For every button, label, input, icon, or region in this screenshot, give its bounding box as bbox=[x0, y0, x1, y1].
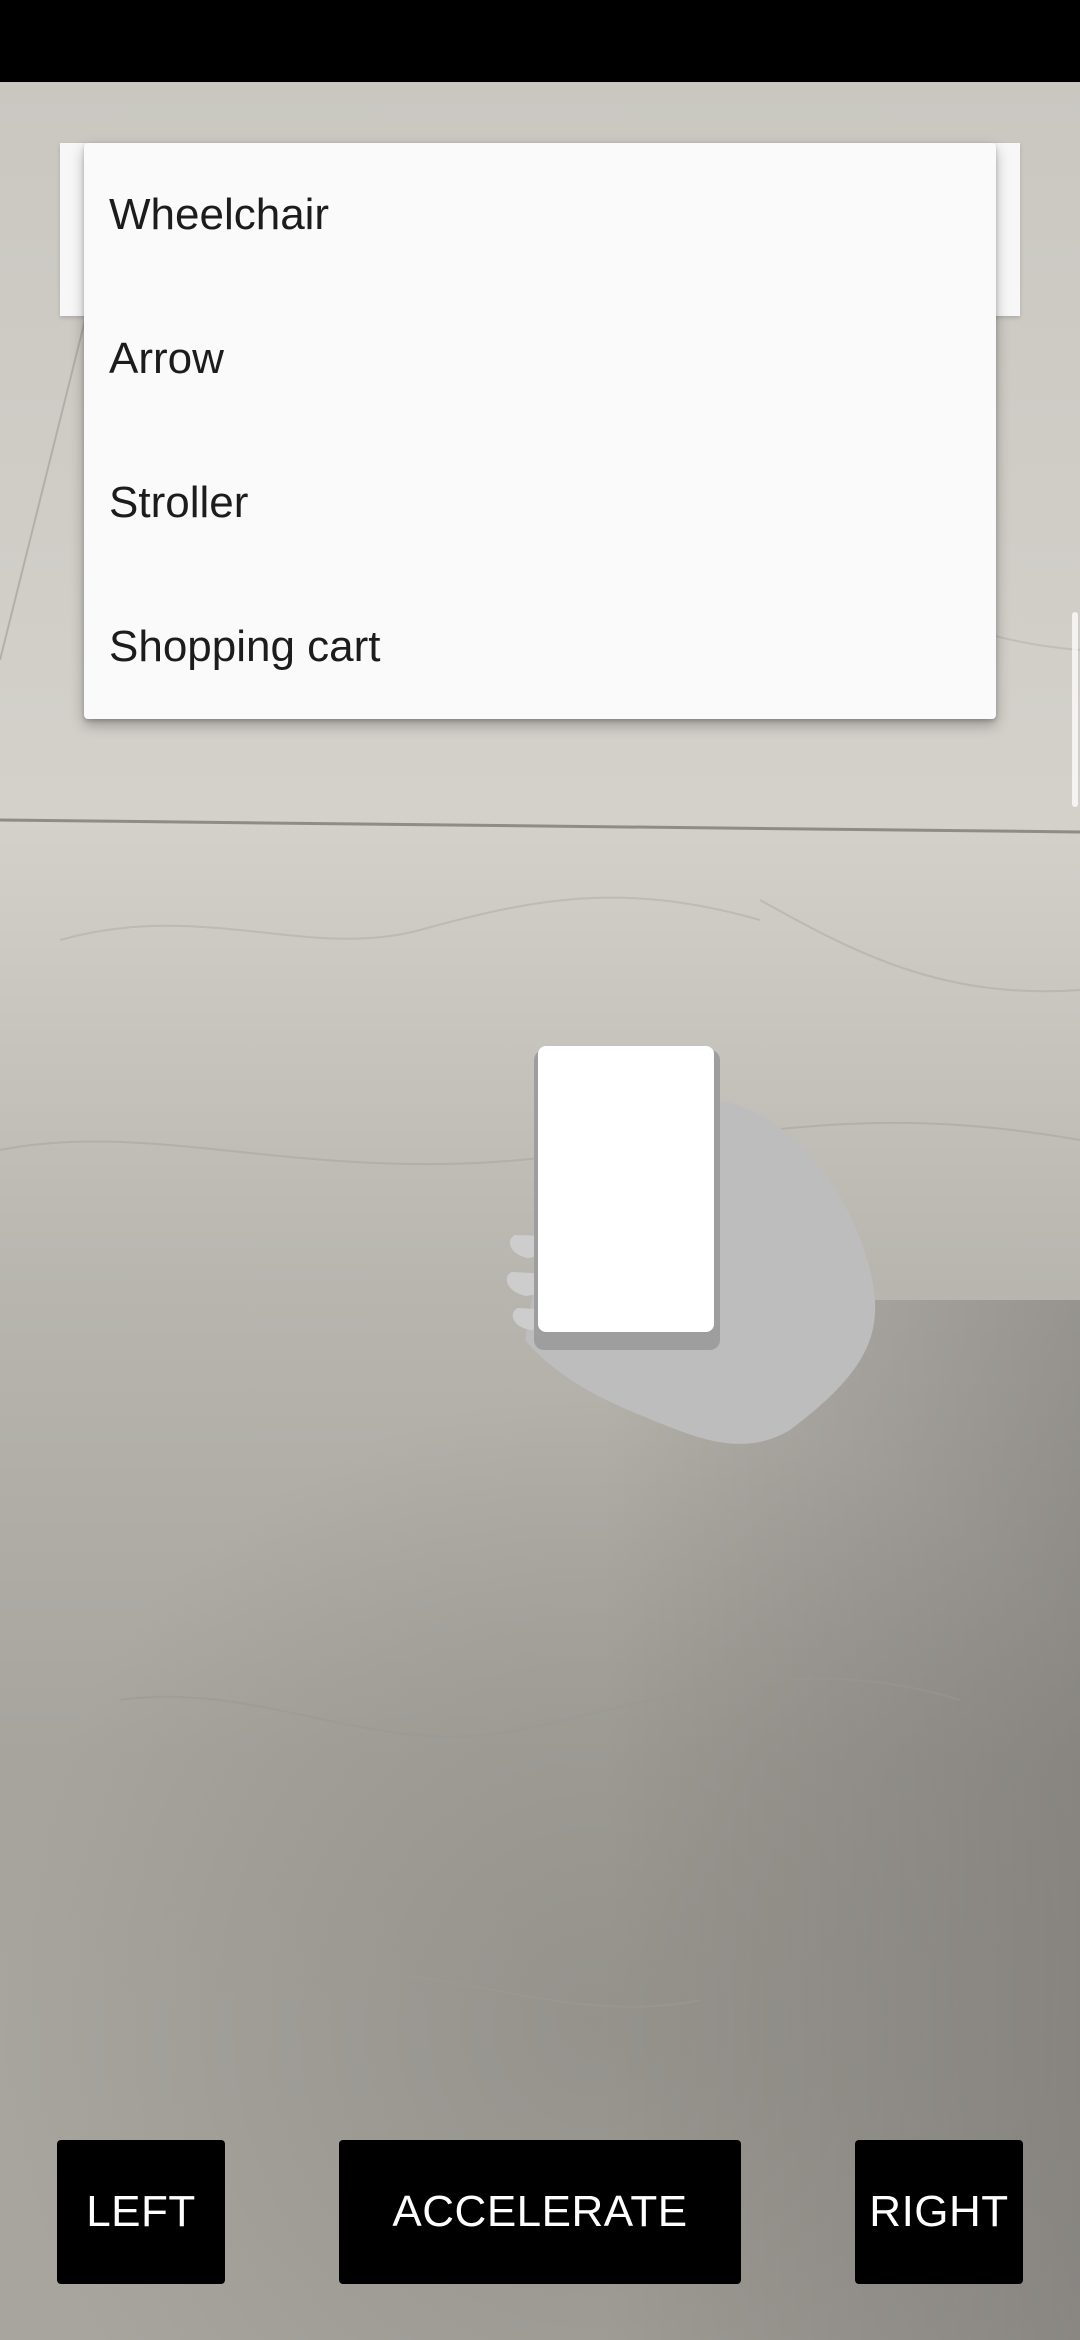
hand-holding-phone-icon bbox=[506, 1046, 876, 1444]
ar-screen: Wheelchair Arrow Stroller Shopping cart … bbox=[0, 0, 1080, 2340]
dropdown-option-wheelchair[interactable]: Wheelchair bbox=[84, 143, 996, 287]
dropdown-option-shopping-cart[interactable]: Shopping cart bbox=[84, 575, 996, 719]
left-button[interactable]: LEFT bbox=[57, 2140, 225, 2284]
right-button[interactable]: RIGHT bbox=[855, 2140, 1023, 2284]
model-dropdown-list: Wheelchair Arrow Stroller Shopping cart bbox=[84, 143, 996, 719]
accelerate-button[interactable]: ACCELERATE bbox=[339, 2140, 741, 2284]
dropdown-option-stroller[interactable]: Stroller bbox=[84, 431, 996, 575]
dropdown-option-arrow[interactable]: Arrow bbox=[84, 287, 996, 431]
scroll-indicator bbox=[1072, 612, 1078, 807]
status-bar bbox=[0, 0, 1080, 82]
